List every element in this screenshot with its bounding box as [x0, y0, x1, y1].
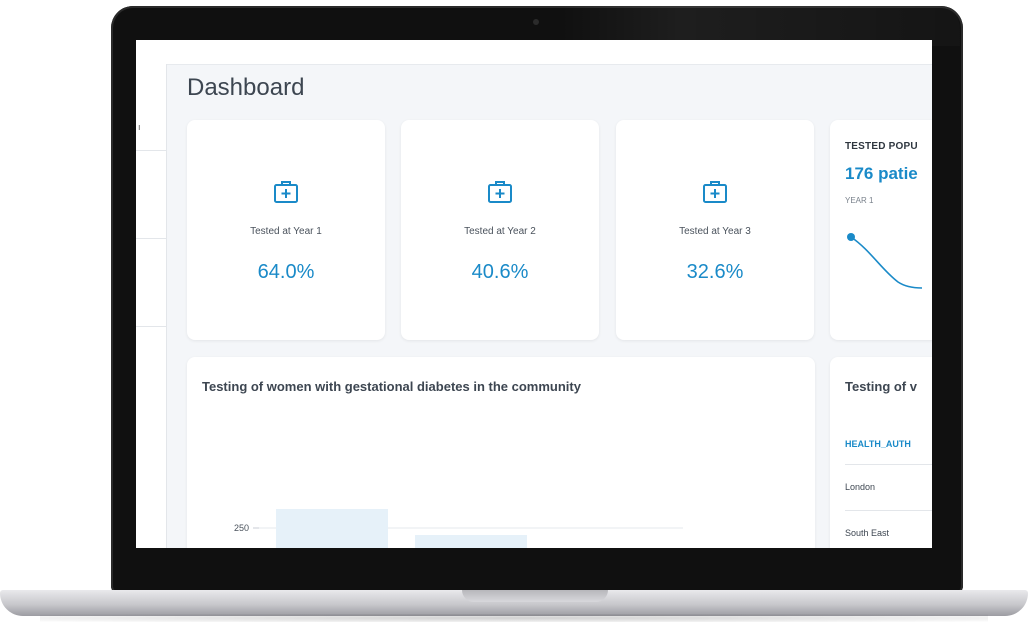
population-period: YEAR 1 [845, 196, 874, 205]
table-divider [845, 510, 932, 511]
chart-card: Testing of women with gestational diabet… [187, 357, 815, 548]
table-card: Testing of v HEALTH_AUTH London South Ea… [830, 357, 932, 548]
stat-card-year-1[interactable]: Tested at Year 1 64.0% [187, 120, 385, 340]
chart-title: Testing of women with gestational diabet… [202, 379, 581, 394]
sidebar: ı [136, 64, 167, 548]
laptop-notch [462, 590, 608, 602]
stat-label: Tested at Year 2 [464, 226, 536, 237]
table-row[interactable]: South East [845, 528, 889, 538]
sparkline-point [847, 233, 855, 241]
camera [533, 19, 539, 25]
population-sparkline [847, 233, 922, 289]
sidebar-mark: ı [138, 122, 141, 132]
stat-card-year-2[interactable]: Tested at Year 2 40.6% [401, 120, 599, 340]
top-bar [136, 40, 932, 65]
bar-chart: 250 [234, 509, 683, 548]
table-title: Testing of v [845, 379, 917, 394]
stat-card-year-3[interactable]: Tested at Year 3 32.6% [616, 120, 814, 340]
table-header[interactable]: HEALTH_AUTH [845, 439, 911, 449]
bar [415, 535, 527, 548]
medical-kit-icon [488, 181, 512, 203]
sidebar-divider [136, 238, 166, 239]
stat-value: 32.6% [686, 261, 744, 283]
laptop-shadow [40, 614, 988, 622]
y-tick-label: 250 [234, 523, 249, 533]
sidebar-divider [136, 326, 166, 327]
stat-value: 40.6% [471, 261, 529, 283]
stat-label: Tested at Year 1 [250, 226, 322, 237]
population-title: TESTED POPU [845, 141, 918, 152]
table-divider [845, 464, 932, 465]
page-title: Dashboard [187, 74, 305, 101]
population-value: 176 patie [845, 164, 918, 183]
tested-population-card[interactable]: TESTED POPU 176 patie YEAR 1 [830, 120, 932, 340]
medical-kit-icon [274, 181, 298, 203]
bar [276, 509, 388, 548]
medical-kit-icon [703, 181, 727, 203]
stat-label: Tested at Year 3 [679, 226, 751, 237]
screen: ı Dashboard Tested at Year 1 64.0% Teste… [136, 40, 932, 548]
stat-value: 64.0% [257, 261, 315, 283]
sidebar-divider [136, 150, 166, 151]
table-row[interactable]: London [845, 482, 875, 492]
